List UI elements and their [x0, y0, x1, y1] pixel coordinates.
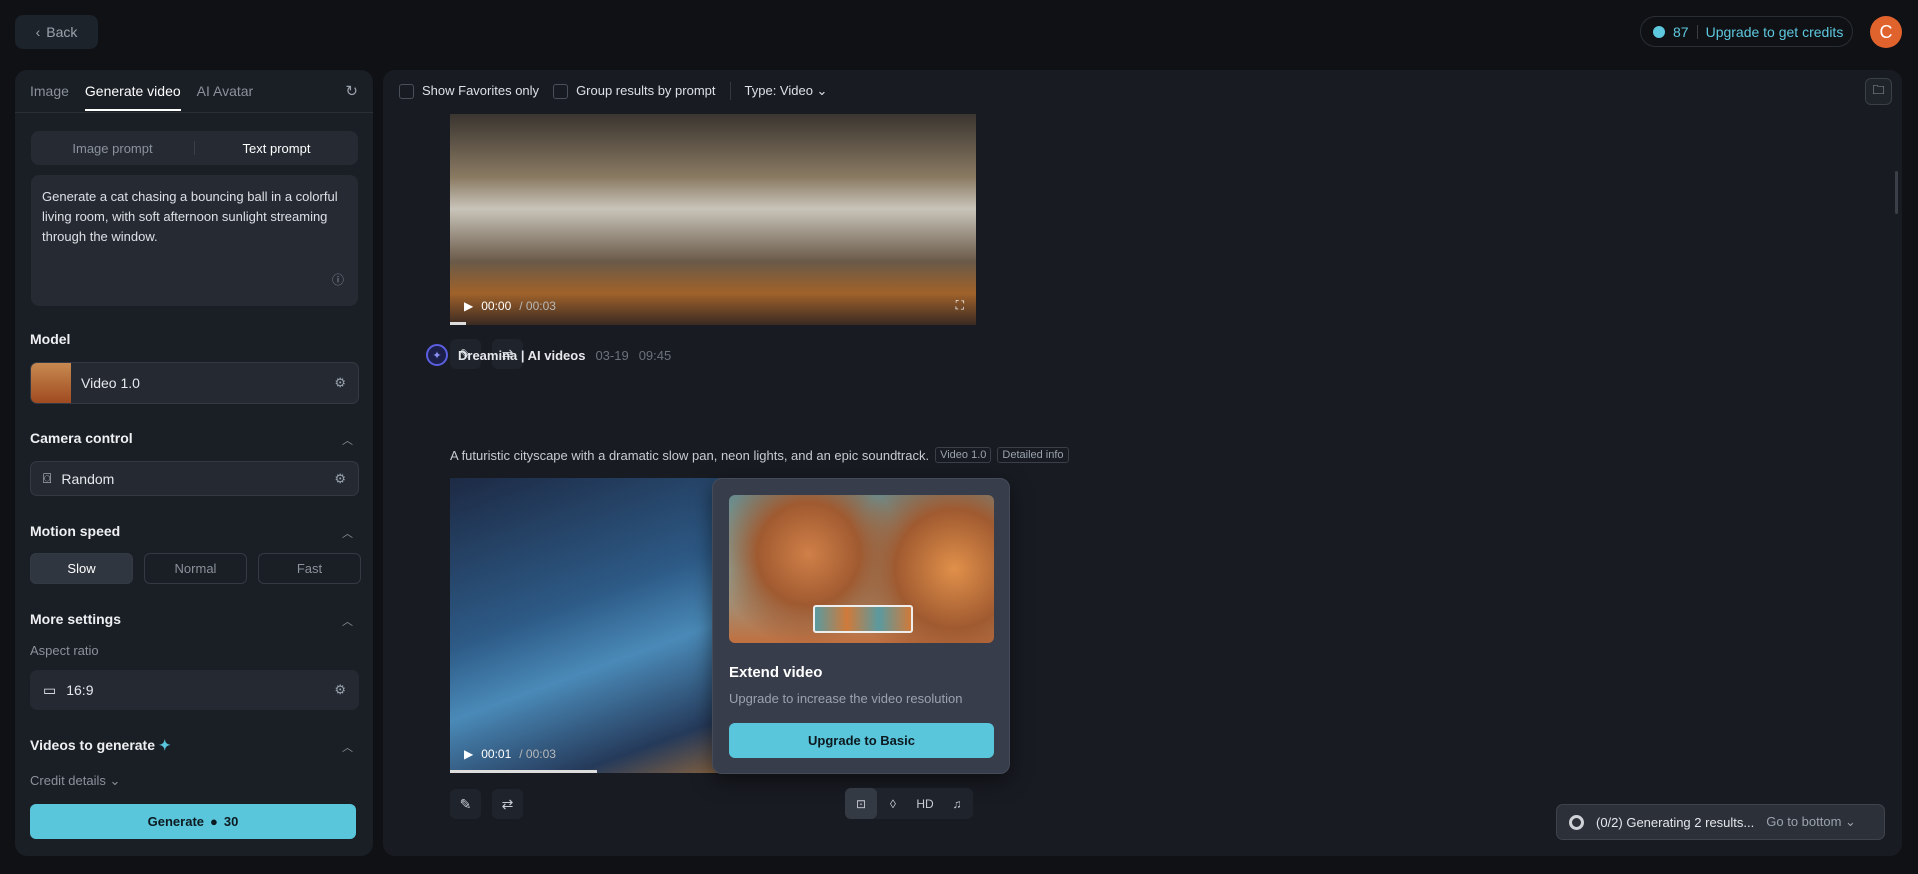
results-panel: Show Favorites only Group results by pro… — [383, 70, 1902, 856]
spinner-icon — [1569, 814, 1584, 830]
scrollbar[interactable] — [1895, 171, 1898, 214]
video-progress[interactable] — [450, 770, 598, 773]
generate-button[interactable]: Generate ● 30 — [30, 804, 356, 839]
group-results-checkbox[interactable]: Group results by prompt — [553, 83, 716, 100]
music-icon[interactable]: ♫ — [941, 788, 973, 819]
back-button[interactable]: ‹ Back — [15, 15, 98, 49]
settings-sliders-icon: ⚙ — [334, 682, 346, 697]
go-to-bottom-link[interactable]: Go to bottom ⌄ — [1766, 814, 1856, 830]
chevron-up-icon[interactable]: ︿ — [342, 525, 353, 541]
play-icon[interactable]: ▶ — [464, 299, 473, 313]
sparkle-icon: ✦ — [158, 737, 171, 753]
upgrade-credits-button[interactable]: 87 Upgrade to get credits — [1640, 16, 1853, 47]
speed-normal-button[interactable]: Normal — [144, 553, 247, 584]
generation-panel: Image Generate video AI Avatar ↻ Image p… — [15, 70, 373, 856]
extend-preview-image — [729, 495, 994, 643]
show-favorites-checkbox[interactable]: Show Favorites only — [399, 83, 539, 100]
video-player[interactable]: ▶ 00:00/ 00:03 ⛶ — [450, 114, 976, 325]
fullscreen-icon[interactable]: ⛶ — [956, 298, 964, 313]
hd-button[interactable]: HD — [909, 788, 941, 819]
aspect-ratio-select[interactable]: ▭ 16:9 ⚙ — [30, 670, 359, 710]
chevron-left-icon: ‹ — [35, 24, 41, 40]
prompt-textarea[interactable]: Generate a cat chasing a bouncing ball i… — [31, 175, 358, 306]
folder-icon[interactable]: 🗀 — [1865, 78, 1892, 105]
generating-status[interactable]: (0/2) Generating 2 results... Go to botto… — [1556, 804, 1885, 840]
settings-sliders-icon: ⚙ — [334, 375, 346, 390]
camera-focus-icon: ⌼ — [43, 470, 52, 486]
video-progress[interactable] — [450, 322, 466, 325]
user-avatar[interactable]: C — [1870, 16, 1902, 48]
tab-generate-video[interactable]: Generate video — [84, 83, 181, 111]
dreamina-logo-icon: ✦ — [426, 344, 448, 366]
settings-sliders-icon: ⚙ — [334, 470, 346, 486]
info-icon[interactable]: ⓘ — [332, 270, 344, 290]
text-prompt-tab[interactable]: Text prompt — [195, 141, 358, 156]
model-tag: Video 1.0 — [935, 447, 992, 463]
type-dropdown[interactable]: Type: Video ⌄ — [745, 83, 828, 99]
model-thumbnail — [31, 363, 71, 403]
chevron-up-icon[interactable]: ︿ — [342, 432, 353, 448]
extend-video-icon[interactable]: ⊡ — [845, 788, 877, 819]
credit-count: 87 — [1673, 23, 1689, 40]
reset-icon[interactable]: ↻ — [345, 82, 358, 100]
interpolate-icon[interactable]: ◊ — [877, 788, 909, 819]
detailed-info-link[interactable]: Detailed info — [997, 447, 1069, 463]
speed-slow-button[interactable]: Slow — [30, 553, 133, 584]
regenerate-button[interactable]: ⇄ — [492, 789, 523, 819]
extend-video-popover: Extend video Upgrade to increase the vid… — [712, 478, 1010, 774]
model-label: Model — [30, 331, 71, 347]
credit-icon — [1653, 25, 1665, 38]
model-select[interactable]: Video 1.0 ⚙ — [30, 362, 359, 404]
aspect-rect-icon: ▭ — [43, 681, 57, 698]
edit-button[interactable]: ✎ — [450, 789, 481, 819]
chevron-up-icon[interactable]: ︿ — [342, 739, 353, 755]
upgrade-to-basic-button[interactable]: Upgrade to Basic — [729, 723, 994, 758]
speed-fast-button[interactable]: Fast — [258, 553, 361, 584]
credit-icon: ● — [210, 814, 218, 829]
camera-control-select[interactable]: ⌼ Random ⚙ — [30, 461, 359, 496]
credit-details-toggle[interactable]: Credit details ⌄ — [30, 773, 120, 789]
image-prompt-tab[interactable]: Image prompt — [31, 141, 194, 156]
chevron-up-icon[interactable]: ︿ — [342, 613, 353, 629]
tab-ai-avatar[interactable]: AI Avatar — [197, 83, 254, 111]
tab-image[interactable]: Image — [30, 83, 69, 111]
play-icon[interactable]: ▶ — [464, 747, 473, 761]
